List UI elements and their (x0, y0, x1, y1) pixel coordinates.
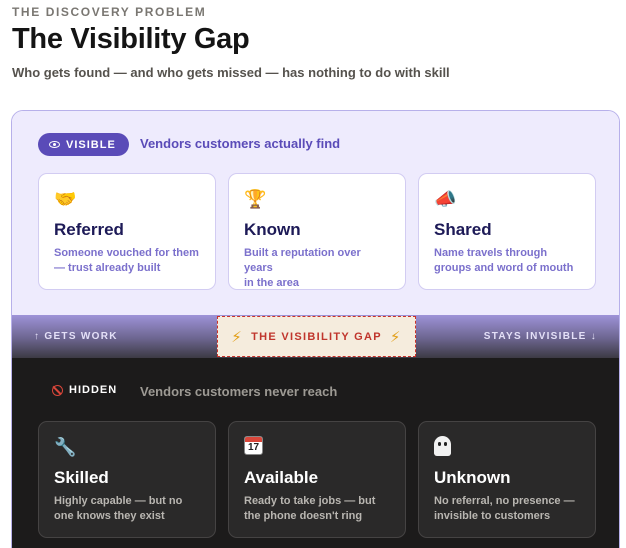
stays-invisible-label: STAYS INVISIBLE ↓ (483, 331, 597, 342)
page-title: The Visibility Gap (12, 23, 250, 55)
hidden-badge: HIDDEN (52, 384, 117, 396)
card-skilled: 🔧 Skilled Highly capable — but no one kn… (38, 421, 216, 538)
card-description-line: the phone doesn't ring (244, 510, 363, 522)
card-description-line: No referral, no presence — (434, 495, 575, 507)
card-description-line: invisible to customers (434, 510, 551, 522)
megaphone-icon: 📣 (434, 189, 457, 209)
visible-badge: VISIBLE (38, 133, 129, 156)
calendar-icon: 17 (244, 436, 263, 455)
card-description-line: Name travels through (434, 247, 548, 259)
eyebrow-label: THE DISCOVERY PROBLEM (12, 5, 207, 19)
card-title: Referred (54, 220, 124, 239)
hidden-badge-label: HIDDEN (69, 384, 118, 396)
card-description-line: groups and word of mouth (434, 262, 574, 274)
wrench-icon: 🔧 (54, 437, 77, 457)
trophy-icon: 🏆 (244, 189, 267, 209)
gets-work-label: ↑ GETS WORK (34, 331, 118, 342)
card-title: Shared (434, 220, 492, 239)
handshake-icon: 🤝 (54, 189, 77, 209)
card-known: 🏆 Known Built a reputation over years in… (228, 173, 406, 290)
lightning-icon: ⚡ (231, 328, 244, 346)
card-description-line: — trust already built (54, 262, 161, 274)
lightning-icon: ⚡ (389, 328, 402, 346)
visible-description: Vendors customers actually find (140, 136, 341, 151)
card-title: Known (244, 220, 301, 239)
card-title: Skilled (54, 468, 109, 487)
calendar-day: 17 (247, 442, 260, 453)
card-title: Available (244, 468, 319, 487)
page-subtitle: Who gets found — and who gets missed — h… (12, 65, 450, 80)
card-referred: 🤝 Referred Someone vouched for them — tr… (38, 173, 216, 290)
visibility-gap-label: THE VISIBILITY GAP (251, 330, 382, 343)
card-description-line: Built a reputation over years (244, 247, 361, 274)
card-description-line: Ready to take jobs — but (244, 495, 376, 507)
visibility-gap-badge: ⚡ THE VISIBILITY GAP ⚡ (217, 316, 416, 357)
visibility-panel: VISIBLE Vendors customers actually find … (11, 110, 620, 548)
card-description-line: Someone vouched for them (54, 247, 199, 259)
card-description-line: in the area (244, 277, 300, 289)
visible-badge-label: VISIBLE (66, 138, 116, 151)
ghost-icon (434, 436, 451, 456)
card-description-line: Highly capable — but no (54, 495, 183, 507)
no-entry-icon (52, 384, 63, 396)
eye-icon (49, 141, 60, 148)
hidden-description: Vendors customers never reach (140, 384, 338, 399)
card-available: 17 Available Ready to take jobs — but th… (228, 421, 406, 538)
card-shared: 📣 Shared Name travels through groups and… (418, 173, 596, 290)
card-description-line: one knows they exist (54, 510, 165, 522)
card-unknown: Unknown No referral, no presence — invis… (418, 421, 596, 538)
card-title: Unknown (434, 468, 511, 487)
